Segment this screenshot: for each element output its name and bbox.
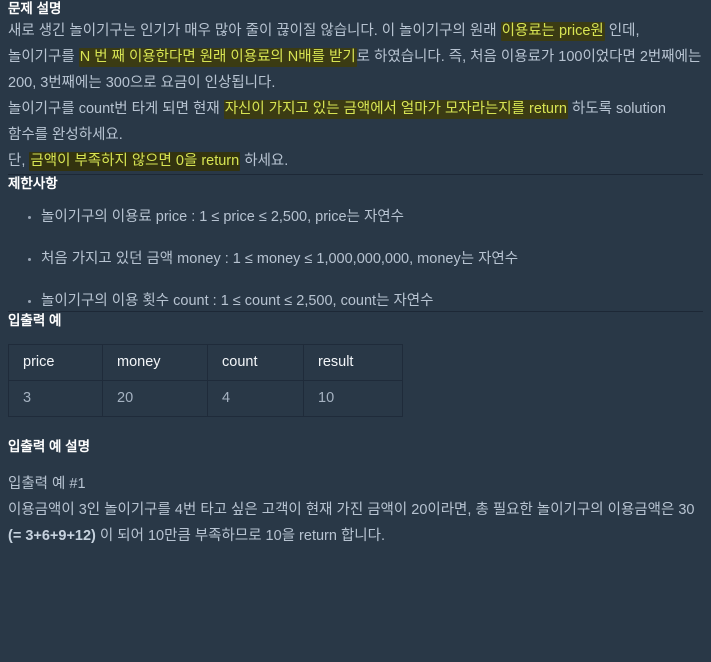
solution-text-part-1: 놀이기구를 count번 타게 되면 현재: [8, 101, 224, 117]
highlight-return-shortage: 자신이 가지고 있는 금액에서 얼마가 모자라는지를 return: [223, 100, 568, 119]
section-heading-limits: 제한사항: [8, 176, 58, 191]
column-header-count: count: [207, 344, 304, 381]
io-case-label: 입출력 예 #1: [8, 476, 86, 492]
cell-price: 3: [8, 380, 103, 417]
io-case-body: 이용금액이 3인 놀이기구를 4번 타고 싶은 고객이 현재 가진 금액이 20…: [8, 497, 703, 549]
io-example-table: price money count result 3 20 4 10: [8, 344, 403, 417]
column-header-price: price: [8, 344, 103, 381]
note-text-part-2: 하세요.: [240, 153, 289, 169]
constraint-count: 놀이기구의 이용 횟수 count : 1 ≤ count ≤ 2,500, c…: [41, 293, 434, 309]
constraint-price: 놀이기구의 이용료 price : 1 ≤ price ≤ 2,500, pri…: [41, 209, 404, 225]
table-header-row: price money count result: [8, 344, 403, 381]
intro-text-part-1: 새로 생긴 놀이기구는 인기가 매우 많아 줄이 끊이질 않습니다. 이 놀이기…: [8, 23, 501, 39]
column-header-money: money: [102, 344, 208, 381]
section-heading-io-explanation: 입출력 예 설명: [8, 439, 91, 454]
table-body: 3 20 4 10: [8, 380, 403, 417]
cell-result: 10: [303, 380, 403, 417]
table-row: 3 20 4 10: [8, 380, 403, 417]
problem-description-page: 문제 설명 새로 생긴 놀이기구는 인기가 매우 많아 줄이 끊이질 않습니다.…: [0, 0, 711, 549]
paragraph-solution: 놀이기구를 count번 타게 되면 현재 자신이 가지고 있는 금액에서 얼마…: [8, 96, 703, 148]
paragraph-intro: 새로 생긴 놀이기구는 인기가 매우 많아 줄이 끊이질 않습니다. 이 놀이기…: [8, 18, 703, 96]
list-item: 처음 가지고 있던 금액 money : 1 ≤ money ≤ 1,000,0…: [28, 249, 703, 269]
list-item: 놀이기구의 이용 횟수 count : 1 ≤ count ≤ 2,500, c…: [28, 291, 703, 311]
highlight-return-zero: 금액이 부족하지 않으면 0을 return: [29, 152, 241, 171]
io-explanation-block: 입출력 예 설명 입출력 예 #1 이용금액이 3인 놀이기구를 4번 타고 싶…: [8, 438, 703, 549]
list-item: 놀이기구의 이용료 price : 1 ≤ price ≤ 2,500, pri…: [28, 207, 703, 227]
section-heading-io-example: 입출력 예: [8, 313, 62, 328]
note-text-part-1: 단,: [8, 153, 30, 169]
io-case-text-part-2: 이 되어 10만큼 부족하므로 10을 return 합니다.: [95, 528, 386, 544]
cell-count: 4: [207, 380, 304, 417]
io-case-sum-expression: (= 3+6+9+12): [8, 528, 96, 544]
constraints-list: 놀이기구의 이용료 price : 1 ≤ price ≤ 2,500, pri…: [8, 207, 703, 311]
highlight-nth-ride-multiplier: N 번 째 이용한다면 원래 이용료의 N배를 받기: [78, 48, 357, 67]
cell-money: 20: [102, 380, 208, 417]
paragraph-note: 단, 금액이 부족하지 않으면 0을 return 하세요.: [8, 148, 703, 174]
io-case-text-part-1: 이용금액이 3인 놀이기구를 4번 타고 싶은 고객이 현재 가진 금액이 20…: [8, 502, 695, 518]
table-header: price money count result: [8, 344, 403, 381]
column-header-result: result: [303, 344, 403, 381]
highlight-price-fee: 이용료는 price원: [500, 22, 605, 41]
section-heading-problem: 문제 설명: [8, 1, 62, 16]
constraint-money: 처음 가지고 있던 금액 money : 1 ≤ money ≤ 1,000,0…: [41, 251, 519, 267]
